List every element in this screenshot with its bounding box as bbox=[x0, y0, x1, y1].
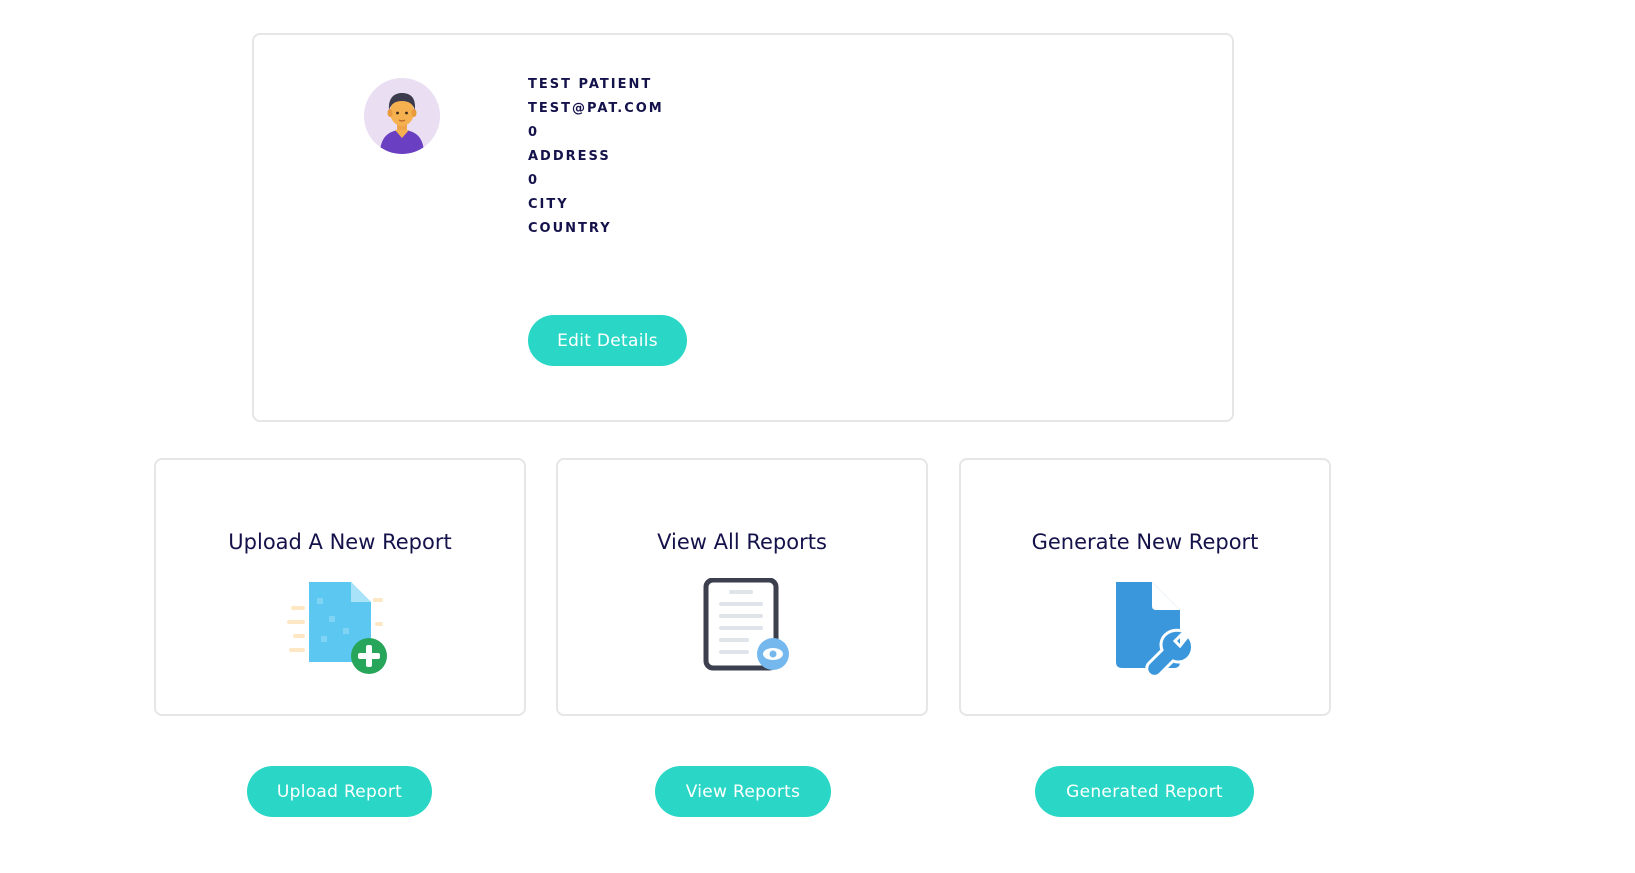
upload-report-card[interactable]: Upload A New Report bbox=[154, 458, 526, 716]
edit-details-button[interactable]: Edit Details bbox=[528, 315, 687, 366]
patient-name: TEST PATIENT bbox=[528, 77, 653, 92]
patient-country: COUNTRY bbox=[528, 221, 612, 236]
view-reports-card[interactable]: View All Reports bbox=[556, 458, 928, 716]
generate-report-title: Generate New Report bbox=[1031, 530, 1259, 554]
patient-phone: 0 bbox=[528, 125, 540, 140]
patient-city: CITY bbox=[528, 197, 569, 212]
upload-report-title: Upload A New Report bbox=[228, 530, 452, 554]
patient-dashboard: TEST PATIENT TEST@PAT.COM 0 ADDRESS 0 CI… bbox=[0, 0, 1635, 873]
file-wrench-icon bbox=[1090, 578, 1200, 678]
generate-report-card[interactable]: Generate New Report bbox=[959, 458, 1331, 716]
file-add-icon bbox=[285, 578, 395, 678]
patient-zip: 0 bbox=[528, 173, 540, 188]
file-view-icon bbox=[687, 578, 797, 678]
profile-details: TEST PATIENT TEST@PAT.COM 0 ADDRESS 0 CI… bbox=[528, 73, 664, 241]
view-reports-title: View All Reports bbox=[657, 530, 827, 554]
patient-address: ADDRESS bbox=[528, 149, 611, 164]
view-reports-button[interactable]: View Reports bbox=[655, 766, 831, 817]
patient-email: TEST@PAT.COM bbox=[528, 101, 664, 116]
profile-card: TEST PATIENT TEST@PAT.COM 0 ADDRESS 0 CI… bbox=[252, 33, 1234, 422]
upload-report-button[interactable]: Upload Report bbox=[247, 766, 432, 817]
user-avatar-icon bbox=[364, 78, 440, 154]
generated-report-button[interactable]: Generated Report bbox=[1035, 766, 1254, 817]
